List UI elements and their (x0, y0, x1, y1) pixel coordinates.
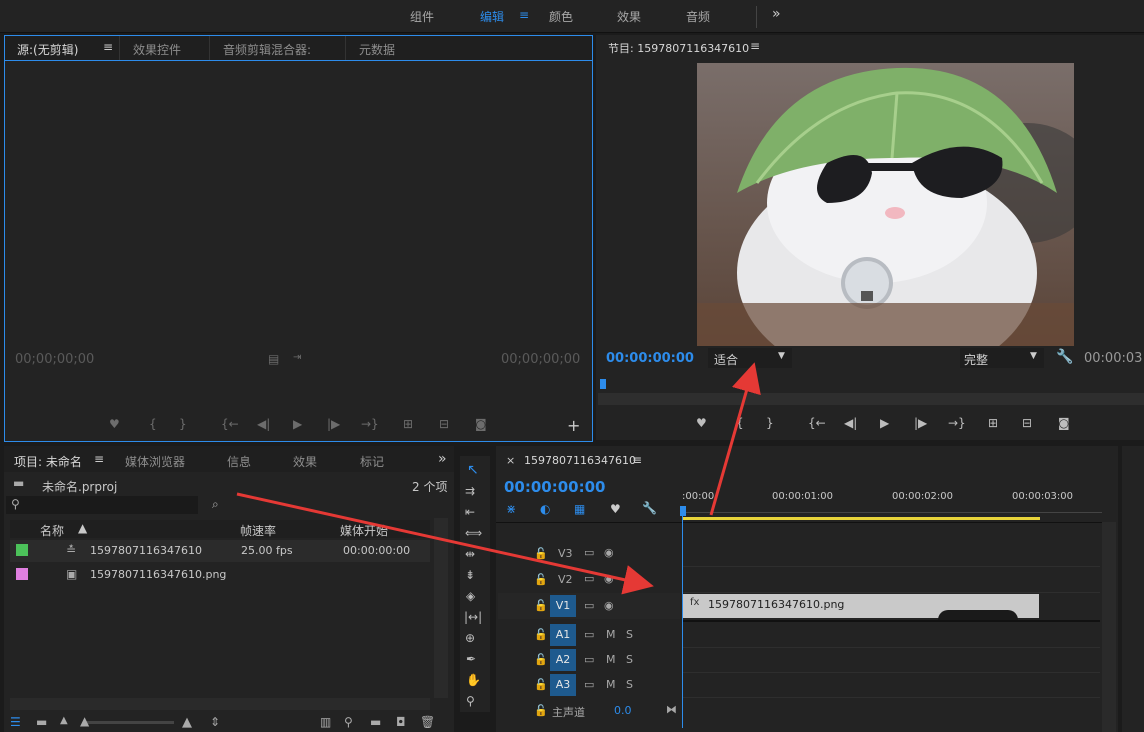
annotation-arrow (236, 492, 654, 595)
annotation-arrow (709, 362, 761, 516)
annotation-arrows (236, 362, 761, 595)
